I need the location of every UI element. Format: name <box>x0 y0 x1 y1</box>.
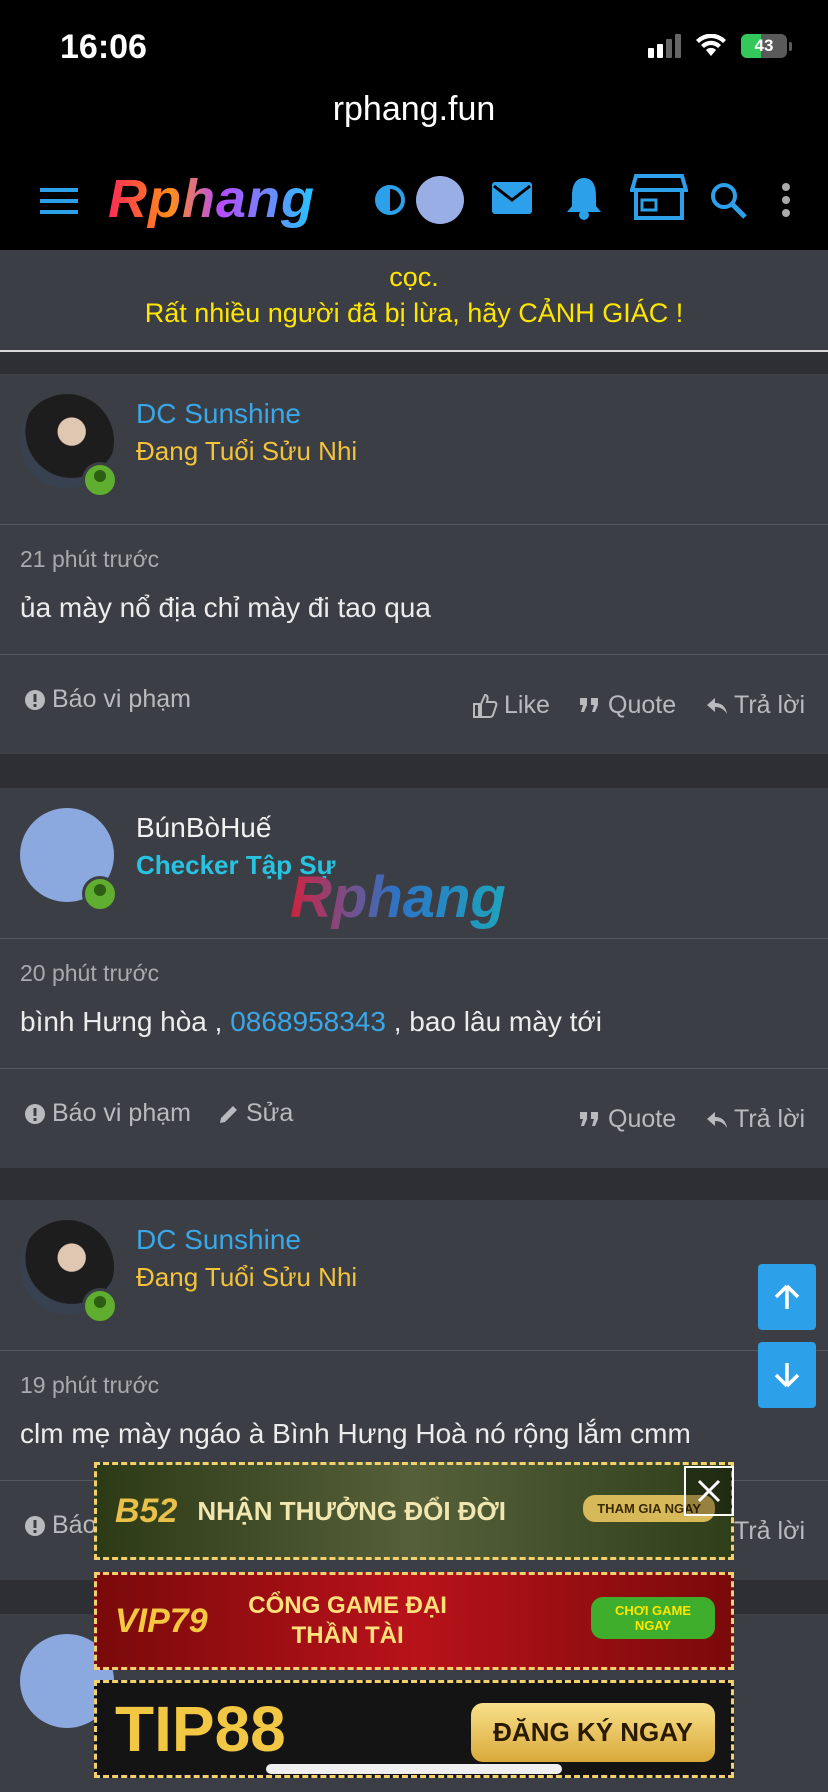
reply-label: Trả lời <box>734 1105 806 1133</box>
url-bar[interactable]: rphang.fun <box>0 90 828 129</box>
close-ad-button[interactable] <box>684 1466 734 1516</box>
mail-icon[interactable] <box>490 180 534 216</box>
phone-link[interactable]: 0868958343 <box>230 1006 386 1037</box>
banner-line-1: cọc. <box>389 262 439 292</box>
status-icons: 43 <box>648 34 792 58</box>
post-actions: Báo vi phạm Like Quote Trả lời <box>0 654 828 755</box>
report-button[interactable]: Báo vi phạm <box>24 1099 191 1128</box>
thumbs-up-icon <box>473 693 498 718</box>
scroll-down-button[interactable] <box>758 1342 816 1408</box>
pencil-icon <box>220 1105 237 1123</box>
edit-button[interactable]: Sửa <box>218 1099 293 1128</box>
post: BúnBòHuế Checker Tập Sự 20 phút trước bì… <box>0 788 828 1168</box>
notification-bell-icon[interactable] <box>564 174 604 220</box>
post-actions: Báo vi phạm Sửa Quote Trả lời <box>0 1068 828 1169</box>
like-button[interactable]: Like <box>472 691 550 720</box>
store-icon[interactable] <box>630 172 688 222</box>
post-header: DC Sunshine Đang Tuổi Sửu Nhi <box>0 374 828 525</box>
ad-cta: ĐĂNG KÝ NGAY <box>471 1703 715 1762</box>
alert-icon <box>25 689 45 710</box>
battery-tip <box>789 41 792 51</box>
ad-banner-vip79[interactable]: VIP79 CỔNG GAME ĐẠI THẦN TÀI CHƠI GAME N… <box>94 1572 734 1670</box>
top-bar: 16:06 43 rphang.fun Rphang <box>0 0 828 250</box>
watermark-logo: Rphang <box>290 865 506 930</box>
site-logo[interactable]: Rphang <box>108 168 315 230</box>
username[interactable]: BúnBòHuế <box>136 812 271 844</box>
content-text: , bao lâu mày tới <box>385 1006 602 1037</box>
reply-button[interactable]: Trả lời <box>706 1105 805 1134</box>
post: DC Sunshine Đang Tuổi Sửu Nhi 21 phút tr… <box>0 374 828 754</box>
username[interactable]: DC Sunshine <box>136 1224 301 1256</box>
alert-icon <box>25 1515 45 1536</box>
user-avatar[interactable] <box>416 176 464 224</box>
ad-brand: TIP88 <box>115 1693 286 1765</box>
quote-button[interactable]: Quote <box>578 1105 676 1134</box>
close-icon <box>697 1479 721 1503</box>
report-label: Báo vi phạm <box>52 685 191 713</box>
post-content: bình Hưng hòa , 0868958343 , bao lâu mày… <box>20 1006 602 1038</box>
post-content: clm mẹ mày ngáo à Bình Hưng Hoà nó rộng … <box>20 1418 691 1449</box>
report-label: Báo vi phạm <box>52 1099 191 1127</box>
post-time: 20 phút trước <box>20 960 160 986</box>
post-time: 19 phút trước <box>20 1372 160 1398</box>
arrow-up-icon <box>774 1284 800 1309</box>
report-button[interactable]: Báo vi phạm <box>24 685 191 714</box>
arrow-down-icon <box>774 1363 800 1388</box>
reply-label: Trả lời <box>734 1517 806 1545</box>
user-role: Đang Tuổi Sửu Nhi <box>136 1262 358 1292</box>
post-content: ủa mày nổ địa chỉ mày đi tao qua <box>20 592 431 623</box>
post-time: 21 phút trước <box>20 546 160 572</box>
username[interactable]: DC Sunshine <box>136 398 301 430</box>
post-header: DC Sunshine Đang Tuổi Sửu Nhi <box>0 1200 828 1351</box>
online-status-icon <box>82 462 118 498</box>
ad-banner-b52[interactable]: B52 NHẬN THƯỞNG ĐỔI ĐỜI THAM GIA NGAY <box>94 1462 734 1560</box>
status-time: 16:06 <box>60 28 147 66</box>
cellular-signal-icon <box>648 34 681 58</box>
ad-text: NHẬN THƯỞNG ĐỔI ĐỜI <box>197 1495 506 1526</box>
quote-icon <box>580 1111 598 1126</box>
theme-toggle-icon[interactable] <box>374 184 406 216</box>
home-indicator[interactable] <box>266 1764 562 1774</box>
edit-label: Sửa <box>246 1099 294 1127</box>
report-button[interactable]: Báo <box>24 1511 96 1540</box>
alert-icon <box>25 1103 45 1124</box>
quote-button[interactable]: Quote <box>578 691 676 720</box>
reply-icon <box>707 697 727 714</box>
scroll-up-button[interactable] <box>758 1264 816 1330</box>
wifi-icon <box>696 34 726 56</box>
menu-icon[interactable] <box>40 186 78 216</box>
more-options-icon[interactable] <box>780 182 792 218</box>
reply-label: Trả lời <box>734 691 806 719</box>
online-status-icon <box>82 876 118 912</box>
ad-text: CỔNG GAME ĐẠI THẦN TÀI <box>248 1592 447 1649</box>
reply-icon <box>707 1111 727 1128</box>
quote-label: Quote <box>608 691 677 719</box>
like-label: Like <box>504 691 550 719</box>
ad-cta: CHƠI GAME NGAY <box>591 1597 715 1639</box>
ad-brand: VIP79 <box>115 1601 208 1640</box>
banner-line-2: Rất nhiều người đã bị lừa, hãy CẢNH GIÁC… <box>144 298 684 328</box>
content-text: bình Hưng hòa , <box>20 1006 231 1037</box>
battery-icon: 43 <box>741 34 787 58</box>
quote-label: Quote <box>608 1105 677 1133</box>
reply-button[interactable]: Trả lời <box>706 691 805 720</box>
user-role: Đang Tuổi Sửu Nhi <box>136 436 358 466</box>
search-icon[interactable] <box>708 180 748 220</box>
online-status-icon <box>82 1288 118 1324</box>
warning-banner: cọc. Rất nhiều người đã bị lừa, hãy CẢNH… <box>0 250 828 352</box>
report-label: Báo <box>52 1511 97 1539</box>
ad-brand: B52 <box>115 1491 178 1530</box>
quote-icon <box>580 697 598 712</box>
battery-level: 43 <box>754 36 774 55</box>
